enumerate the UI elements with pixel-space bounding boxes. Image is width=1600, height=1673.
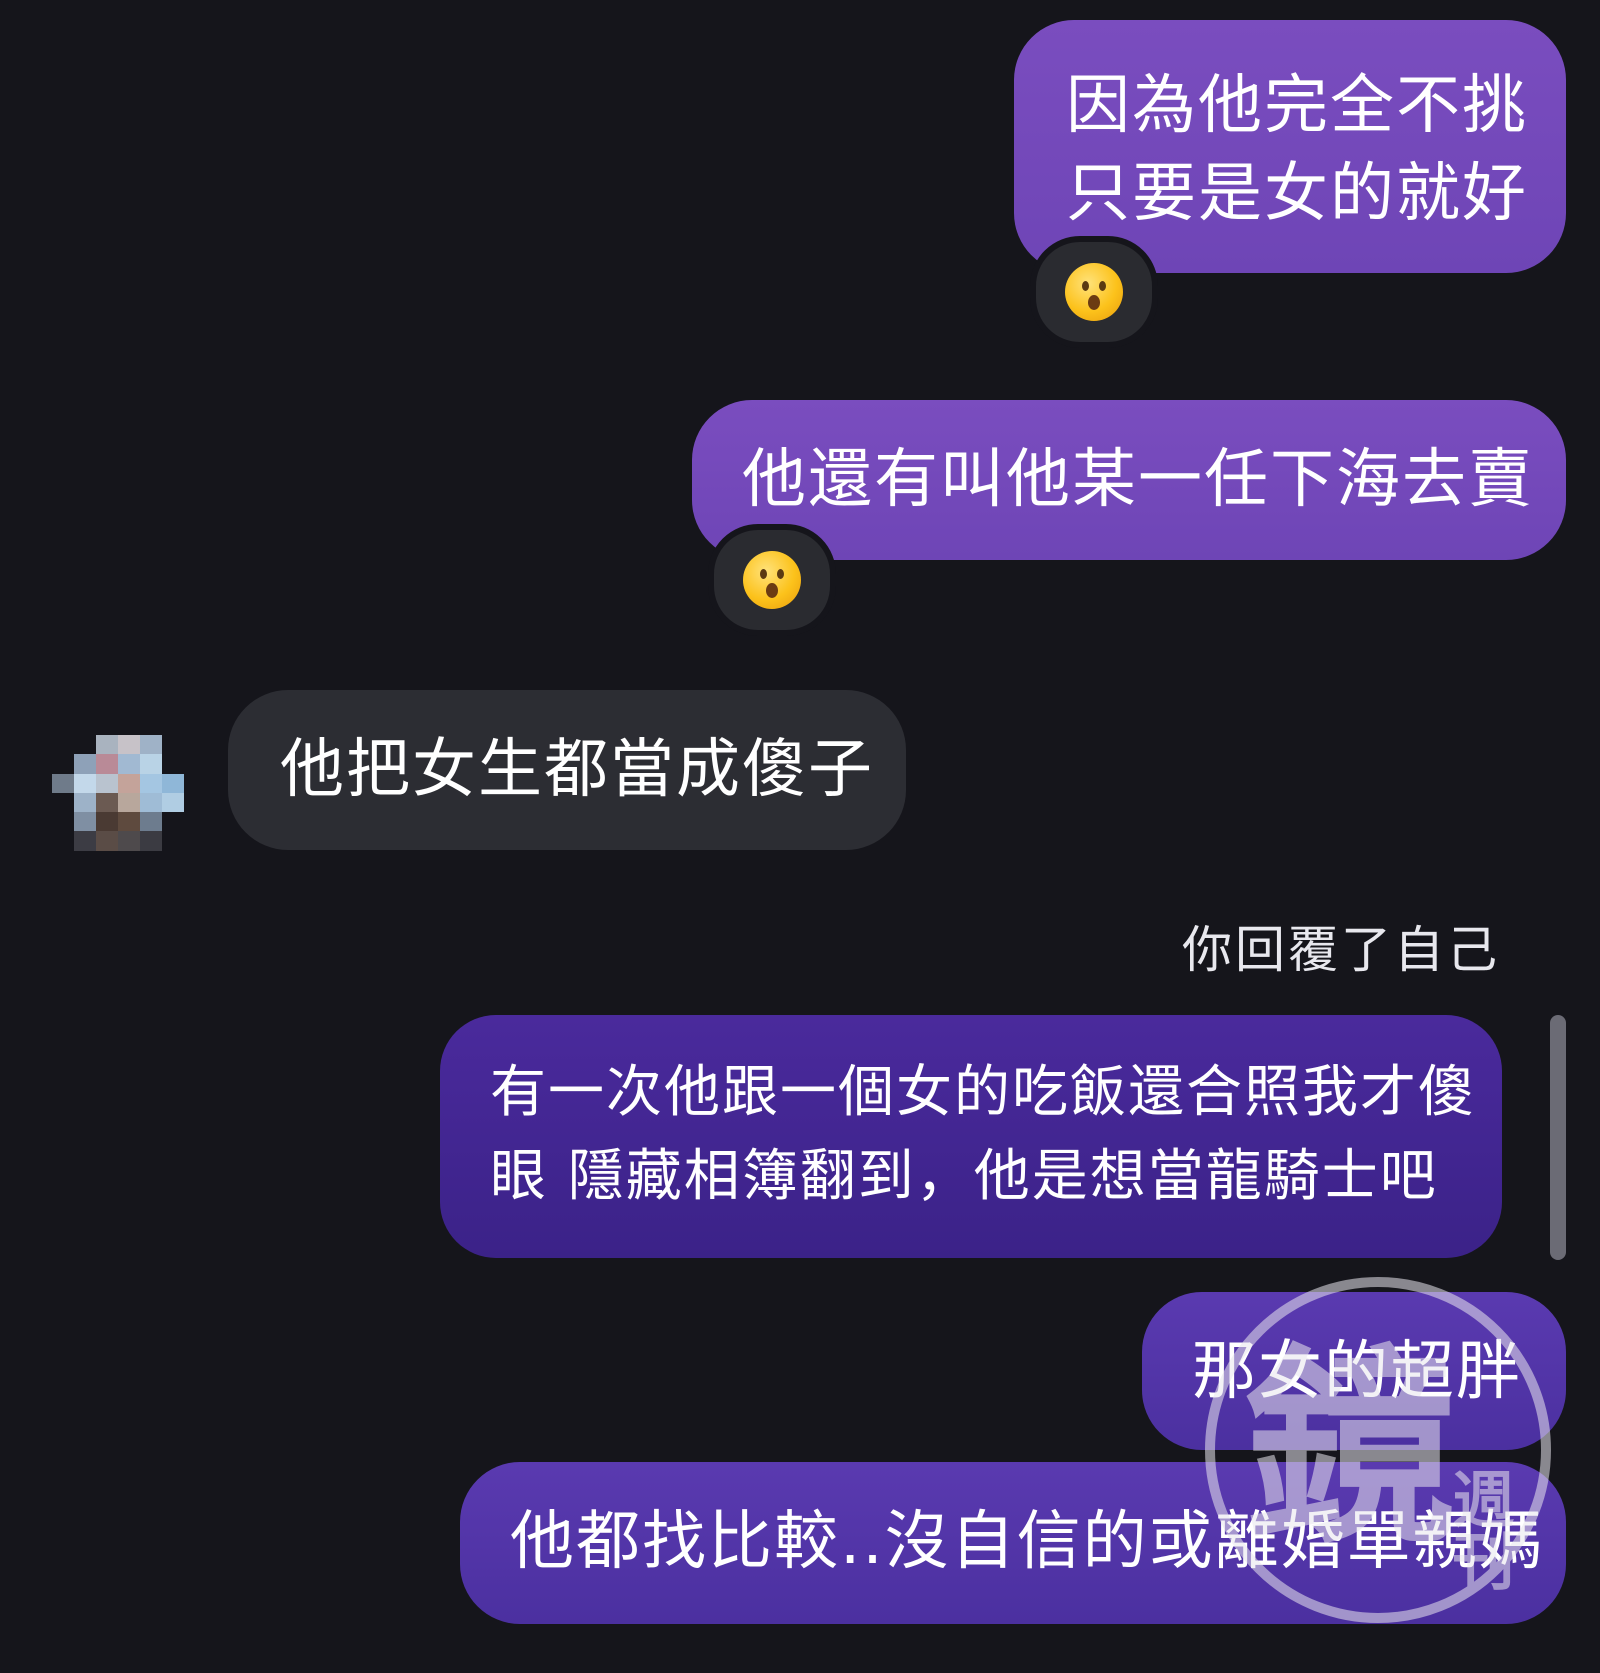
reaction-badge[interactable]: [708, 524, 836, 636]
avatar-pixel: [96, 792, 118, 813]
message-text-line: 那女的超胖: [1192, 1335, 1522, 1409]
message-text-line: 他把女生都當成傻子: [280, 733, 874, 807]
avatar-pixel: [162, 831, 184, 851]
avatar-pixel: [162, 754, 184, 774]
reaction-badge[interactable]: [1030, 236, 1158, 348]
avatar-pixel: [52, 792, 74, 813]
avatar-pixel: [52, 735, 74, 755]
avatar-pixel: [162, 773, 184, 793]
avatar-pixel: [118, 812, 140, 832]
message-text-line: 因為他完全不挑: [1066, 69, 1528, 143]
avatar-pixel: [52, 831, 74, 851]
reply-label: 你回覆了自己: [1182, 921, 1500, 979]
message-text-line: 只要是女的就好: [1066, 157, 1528, 231]
avatar-pixel: [118, 792, 140, 813]
message-text-line: 他都找比較..沒自信的或離婚單親媽: [510, 1505, 1545, 1579]
avatar-pixel: [162, 812, 184, 832]
avatar-pixel: [140, 773, 162, 793]
avatar-pixel: [118, 754, 140, 774]
avatar-pixel: [74, 831, 96, 851]
avatar-pixel: [74, 792, 96, 813]
avatar-pixel: [96, 773, 118, 793]
surprised-face-icon: [1065, 263, 1123, 321]
message-bubble-sent[interactable]: 有一次他跟一個女的吃飯還合照我才傻 眼 隱藏相簿翻到，他是想當龍騎士吧: [440, 1015, 1502, 1258]
message-bubble-sent[interactable]: 他還有叫他某一任下海去賣: [692, 400, 1566, 560]
avatar-pixel: [52, 754, 74, 774]
message-bubble-received[interactable]: 他把女生都當成傻子: [228, 690, 906, 850]
avatar-pixel: [162, 792, 184, 813]
surprised-face-icon: [743, 551, 801, 609]
avatar-pixel: [118, 831, 140, 851]
scrollbar[interactable]: [1550, 1015, 1566, 1260]
message-bubble-sent[interactable]: 他都找比較..沒自信的或離婚單親媽: [460, 1462, 1566, 1624]
message-bubble-sent[interactable]: 那女的超胖: [1142, 1292, 1566, 1450]
avatar-pixel: [74, 773, 96, 793]
avatar-pixel: [118, 735, 140, 755]
avatar-pixel: [140, 792, 162, 813]
avatar-pixel: [96, 754, 118, 774]
message-text-line: 有一次他跟一個女的吃飯還合照我才傻: [490, 1060, 1476, 1125]
avatar-pixel: [96, 735, 118, 755]
message-text-line: 眼 隱藏相簿翻到，他是想當龍騎士吧: [490, 1144, 1438, 1209]
avatar-pixel: [96, 812, 118, 832]
avatar-pixel: [140, 831, 162, 851]
avatar-pixel: [140, 754, 162, 774]
message-text-line: 他還有叫他某一任下海去賣: [742, 443, 1534, 517]
avatar-pixel: [74, 754, 96, 774]
avatar-pixel: [96, 831, 118, 851]
avatar-pixel: [52, 773, 74, 793]
avatar[interactable]: [52, 735, 184, 851]
avatar-pixel: [74, 812, 96, 832]
avatar-pixel: [140, 735, 162, 755]
avatar-pixel: [52, 812, 74, 832]
avatar-pixel: [140, 812, 162, 832]
avatar-pixel: [162, 735, 184, 755]
avatar-pixel: [118, 773, 140, 793]
avatar-pixel: [74, 735, 96, 755]
